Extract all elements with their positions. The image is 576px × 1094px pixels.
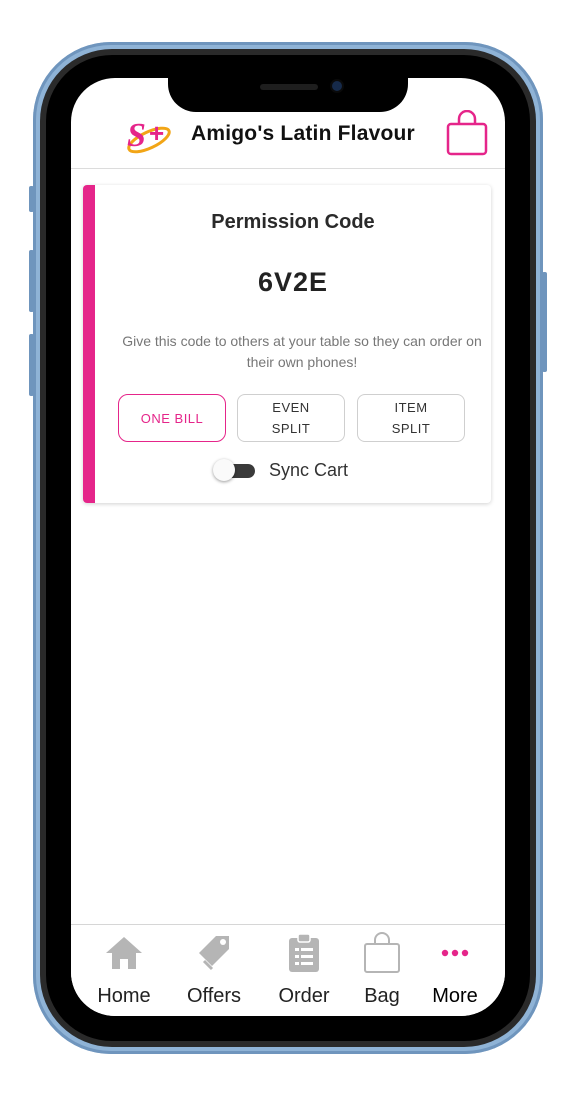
sync-cart-toggle[interactable] bbox=[213, 457, 257, 483]
one-bill-label: ONE BILL bbox=[140, 410, 204, 426]
bottom-nav: Home Offers Order Bag More bbox=[71, 924, 505, 1016]
side-button bbox=[29, 186, 34, 212]
bag-icon bbox=[364, 932, 400, 973]
side-button bbox=[29, 250, 34, 312]
speaker-grille bbox=[260, 84, 318, 90]
app-title: Amigo's Latin Flavour bbox=[191, 122, 415, 145]
nav-label-more: More bbox=[432, 985, 478, 1007]
sync-cart-label: Sync Cart bbox=[269, 459, 349, 480]
nav-item-home[interactable]: Home bbox=[84, 925, 164, 1016]
clipboard-icon bbox=[289, 933, 319, 972]
svg-text:S: S bbox=[127, 117, 146, 154]
restaurant-logo: S + bbox=[127, 117, 171, 154]
one-bill-button[interactable]: ONE BILL bbox=[118, 394, 226, 442]
tag-icon bbox=[199, 936, 229, 971]
home-icon bbox=[106, 937, 142, 969]
permission-description: Give this code to others at your table s… bbox=[122, 333, 482, 370]
even-split-button[interactable]: EVEN SPLIT bbox=[237, 394, 345, 442]
svg-text:+: + bbox=[149, 118, 164, 148]
card-accent-bar bbox=[83, 185, 95, 503]
nav-item-offers[interactable]: Offers bbox=[174, 925, 254, 1016]
item-split-button[interactable]: ITEM SPLIT bbox=[357, 394, 465, 442]
phone-notch bbox=[168, 72, 408, 112]
permission-code: 6V2E bbox=[257, 267, 329, 297]
side-button bbox=[542, 272, 547, 372]
side-button bbox=[29, 334, 34, 396]
toggle-knob bbox=[213, 459, 235, 481]
nav-label-offers: Offers bbox=[186, 985, 242, 1007]
item-split-label: ITEM SPLIT bbox=[391, 400, 431, 436]
more-dots-icon bbox=[441, 949, 469, 957]
nav-label-home: Home bbox=[97, 985, 151, 1007]
sync-cart-row: Sync Cart bbox=[213, 457, 348, 483]
front-camera bbox=[332, 81, 342, 91]
even-split-label: EVEN SPLIT bbox=[271, 400, 311, 436]
permission-card: Permission Code 6V2E Give this code to o… bbox=[83, 185, 491, 503]
nav-item-more[interactable]: More bbox=[415, 925, 495, 1016]
permission-title: Permission Code bbox=[211, 211, 375, 233]
shopping-bag-icon[interactable] bbox=[445, 110, 489, 156]
app-screen: S + Amigo's Latin Flavour Permission Cod… bbox=[71, 78, 505, 1016]
